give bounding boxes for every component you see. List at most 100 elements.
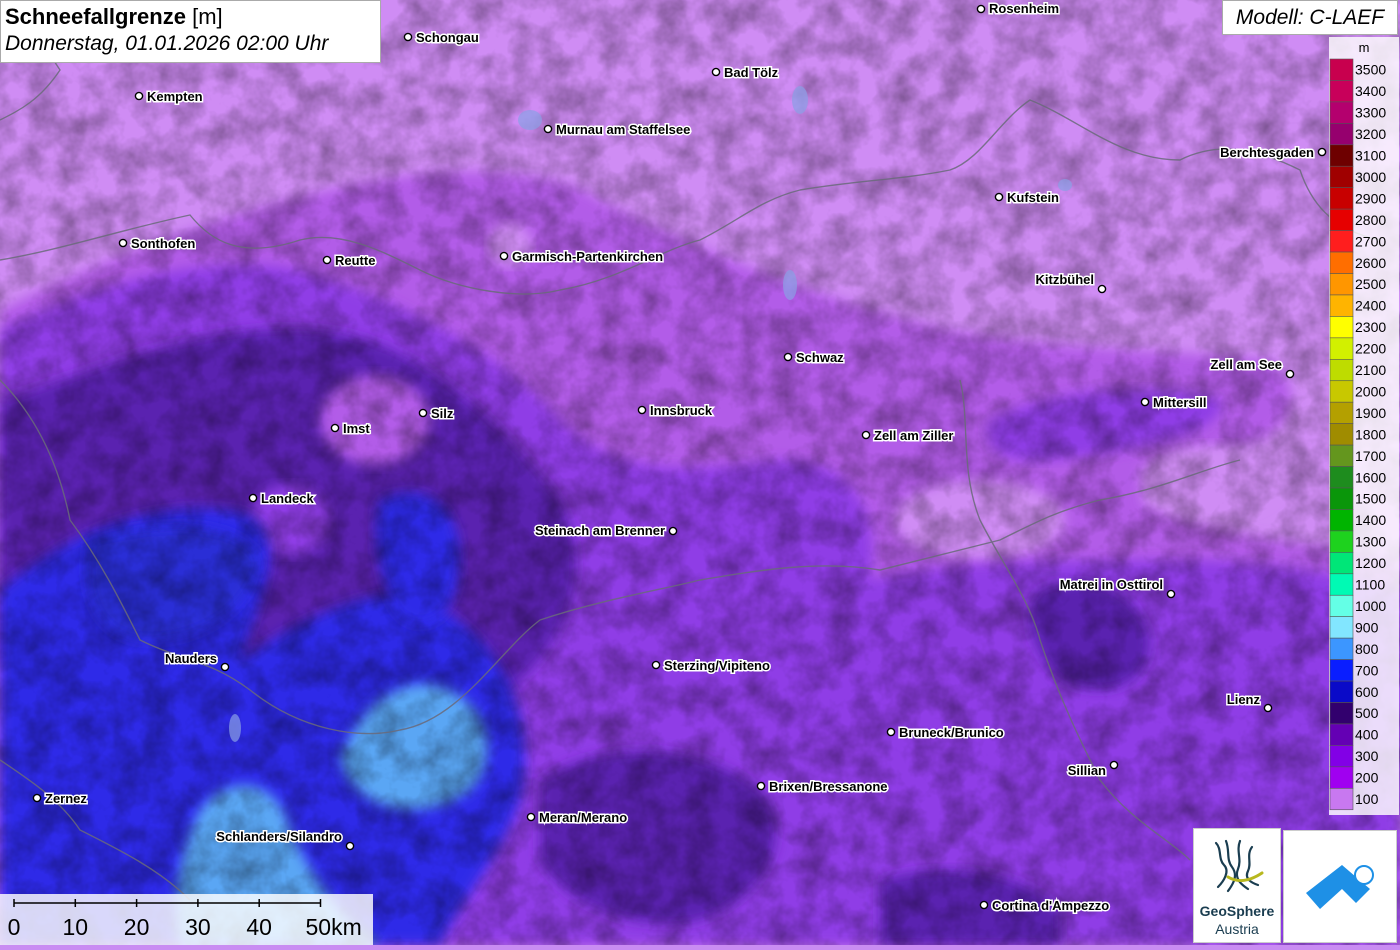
city-dot [783, 352, 793, 362]
legend-swatch [1329, 380, 1354, 403]
city-label: Kempten [147, 89, 203, 104]
snowfall-map[interactable]: Rosenheim Schongau Bad Tölz Kempten Murnau a… [0, 0, 1400, 945]
legend-swatch [1329, 316, 1354, 339]
city-label: Imst [343, 421, 370, 436]
city-label: Zernez [45, 791, 87, 806]
city-label: Lienz [1227, 692, 1261, 707]
legend-label: 3100 [1355, 148, 1386, 164]
legend-label: 1300 [1355, 534, 1386, 550]
legend-label: 2900 [1355, 190, 1386, 206]
legend-label: 3000 [1355, 169, 1386, 185]
legend-label: 300 [1355, 748, 1379, 764]
city-label: Kitzbühel [1036, 272, 1095, 287]
city-dot [134, 91, 144, 101]
map-title: Schneefallgrenze [m] [5, 3, 376, 31]
legend-label: 1200 [1355, 555, 1386, 571]
city-label: Garmisch-Partenkirchen [512, 249, 663, 264]
city-label: Bruneck/Brunico [899, 725, 1004, 740]
legend-swatch [1329, 573, 1354, 596]
city-dot [979, 900, 989, 910]
legend-swatch [1329, 487, 1354, 510]
city-dot [668, 526, 678, 536]
city-label: Zell am See [1210, 357, 1282, 372]
legend-swatch [1329, 787, 1354, 811]
legend-label: 1900 [1355, 405, 1386, 421]
legend-label: 1100 [1355, 577, 1385, 593]
city-dot [499, 251, 509, 261]
city-dot [976, 4, 986, 14]
legend-swatch [1329, 144, 1354, 167]
city-dot [711, 67, 721, 77]
city-label: Landeck [261, 491, 315, 506]
legend-swatch [1329, 101, 1354, 124]
legend-label: 200 [1355, 770, 1379, 786]
city-label: Brixen/Bressanone [769, 779, 888, 794]
city-label: Cortina d'Ampezzo [992, 898, 1109, 913]
legend-label: 1600 [1355, 469, 1386, 485]
city-dot [403, 32, 413, 42]
scale-label: 20 [124, 914, 150, 940]
legend-label: 3200 [1355, 126, 1386, 142]
legend-swatch [1329, 230, 1354, 253]
legend-swatch [1329, 723, 1354, 746]
city-dot [330, 423, 340, 433]
scale-label: 0 [8, 914, 21, 940]
geosphere-country: Austria [1215, 921, 1259, 937]
scale-bar: 0 10 20 30 40 50km [0, 894, 373, 945]
legend-label: 3400 [1355, 83, 1386, 99]
city-label: Bad Tölz [724, 65, 779, 80]
legend-swatch [1329, 165, 1354, 189]
city-label: Reutte [335, 253, 375, 268]
geosphere-logo[interactable]: GeoSphere Austria [1193, 828, 1281, 943]
legend-label: 2400 [1355, 298, 1386, 314]
weather-app-logo[interactable] [1283, 830, 1397, 943]
city-label: Rosenheim [989, 1, 1059, 16]
legend-swatch [1329, 123, 1354, 146]
city-dot [1317, 147, 1327, 157]
legend-swatch [1329, 466, 1354, 489]
legend-label: 1500 [1355, 491, 1386, 507]
legend-swatch [1329, 401, 1354, 424]
city-label: Schwaz [796, 350, 844, 365]
terrain-relief [0, 0, 1400, 945]
city-label: Sillian [1068, 763, 1106, 778]
legend-label: 2600 [1355, 255, 1386, 271]
legend-swatch [1329, 552, 1354, 575]
legend-label: 2200 [1355, 341, 1386, 357]
city-label: Sterzing/Vipiteno [664, 658, 770, 673]
city-dot [220, 662, 230, 672]
city-dot [248, 493, 258, 503]
scale-label: 50km [306, 914, 362, 940]
city-dot [32, 793, 42, 803]
geosphere-icon [1214, 839, 1264, 893]
map-title-box: Schneefallgrenze [m] Donnerstag, 01.01.2… [0, 0, 381, 63]
title-variable: Schneefallgrenze [5, 4, 186, 29]
scale-label: 40 [246, 914, 272, 940]
legend-swatch [1329, 509, 1354, 532]
legend-label: 400 [1355, 727, 1379, 743]
scale-bar-graphic: 0 10 20 30 40 50km [8, 899, 362, 940]
legend-swatch [1329, 358, 1354, 382]
city-label: Innsbruck [650, 403, 713, 418]
legend-swatch [1329, 444, 1354, 467]
city-label: Zell am Ziller [874, 428, 953, 443]
city-dot [651, 660, 661, 670]
legend-label: 2300 [1355, 319, 1386, 335]
map-datetime: Donnerstag, 01.01.2026 02:00 Uhr [5, 32, 329, 55]
city-dot [1109, 760, 1119, 770]
city-dot [118, 238, 128, 248]
city-label: Meran/Merano [539, 810, 627, 825]
legend-swatch [1329, 208, 1354, 231]
city-dot [543, 124, 553, 134]
legend-scale: 3500 3400 3300 3200 3100 3000 2900 2800 2700 2600… [1329, 58, 1386, 811]
legend-label: 900 [1355, 619, 1379, 635]
legend-label: 100 [1355, 791, 1379, 807]
legend-swatch [1329, 80, 1354, 103]
legend-swatch [1329, 766, 1354, 789]
legend-swatch [1329, 251, 1354, 274]
city-dot [1263, 703, 1273, 713]
city-label: Nauders [165, 651, 217, 666]
legend-swatch [1329, 637, 1354, 660]
legend-label: 500 [1355, 705, 1379, 721]
title-unit: [m] [192, 4, 223, 29]
